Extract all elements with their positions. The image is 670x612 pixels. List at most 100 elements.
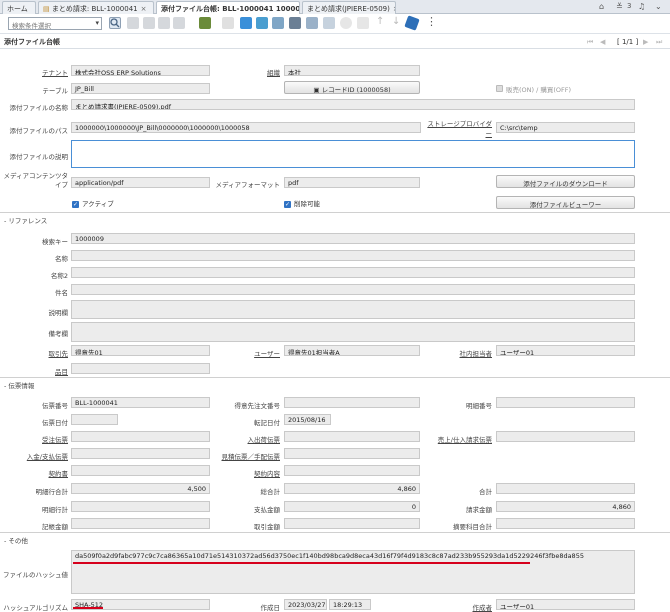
sales-rep-field: ユーザー01 <box>496 345 635 356</box>
product-info-icon[interactable] <box>357 17 369 29</box>
subject-label: 件名 <box>55 289 68 297</box>
close-icon[interactable]: × <box>141 5 147 13</box>
media-content-type-field: application/pdf <box>71 177 210 188</box>
double-chevron-down-icon[interactable]: ≚ <box>616 2 623 11</box>
subject-total-field <box>496 518 635 529</box>
user-field: 得意先01担当者A <box>284 345 420 356</box>
deletable-checkbox-label: 削除可能 <box>294 200 320 208</box>
record-id-button-label: レコードID (1000058) <box>321 86 391 94</box>
document-icon: ▤ <box>43 5 50 13</box>
name-field <box>71 250 635 261</box>
print-icon[interactable] <box>323 17 335 29</box>
remarks-label: 備考欄 <box>48 330 69 338</box>
lock-icon[interactable] <box>222 17 234 29</box>
delete-icon[interactable] <box>173 17 185 29</box>
acct-date-field: 2015/08/16 <box>284 414 331 425</box>
download-button[interactable]: 添付ファイルのダウンロード <box>496 175 635 188</box>
tab-home-label: ホーム <box>7 5 28 13</box>
contract-content-label[interactable]: 契約内容 <box>215 468 280 478</box>
tenant-label[interactable]: テナント <box>20 67 68 77</box>
line-total-label: 明細行合計 <box>35 488 69 496</box>
filepath-label: 添付ファイルのパス <box>9 127 69 135</box>
search-key-label: 検索キー <box>42 238 68 246</box>
chevron-down-icon[interactable]: ⌄ <box>655 2 662 11</box>
new-record-icon[interactable] <box>127 17 139 29</box>
counter-badge: 3 <box>627 2 632 10</box>
archive-icon[interactable] <box>199 17 211 29</box>
arrow-up-icon[interactable]: ↑ <box>376 16 384 27</box>
created-date-field: 2023/03/27 <box>284 599 327 610</box>
payment-label[interactable]: 入金/支払伝票 <box>2 451 68 461</box>
grand-total-label: 総合計 <box>260 488 281 496</box>
estimate-label[interactable]: 見積伝票／手配伝票 <box>215 451 281 461</box>
invoice-label[interactable]: 売上/仕入請求伝票 <box>426 434 492 444</box>
next-record-icon[interactable]: ▶ <box>643 38 648 46</box>
refresh-icon[interactable] <box>240 17 252 29</box>
copy-record-icon[interactable] <box>143 17 155 29</box>
page-title: 添付ファイル台帳 <box>4 38 60 46</box>
product-label[interactable]: 品目 <box>2 366 68 376</box>
description-field[interactable] <box>71 140 635 168</box>
sales-rep-label[interactable]: 社内担当者 <box>426 348 493 358</box>
org-label[interactable]: 組織 <box>240 67 280 77</box>
chat-icon[interactable] <box>272 17 284 29</box>
table-label: テーブル <box>42 87 68 95</box>
reference-section-header[interactable]: - リファレンス <box>0 212 670 227</box>
pay-amount-label: 支払金額 <box>254 506 280 514</box>
recorded-amount-field <box>71 518 210 529</box>
record-navigation: [ 1/1 ] <box>617 38 639 46</box>
table-field: JP_Bill <box>71 83 210 94</box>
user-label[interactable]: ユーザー <box>215 348 280 358</box>
help-icon[interactable] <box>340 17 352 29</box>
close-icon[interactable]: × <box>393 5 395 13</box>
line-count-label: 明細行計 <box>42 506 68 514</box>
recorded-amount-label: 記帳金額 <box>42 523 68 531</box>
search-condition-select[interactable]: 検索条件選択 ▾ <box>8 17 102 30</box>
tab-home[interactable]: ホーム <box>2 1 36 14</box>
tab-invoice-pdf[interactable]: まとめ請求(JPIERE-0509)× <box>302 1 396 14</box>
pay-amount-field: 0 <box>284 501 420 512</box>
bell-icon[interactable]: ♫ <box>638 2 645 11</box>
save-icon[interactable] <box>158 17 170 29</box>
attachment-icon[interactable] <box>256 17 268 29</box>
record-id-button[interactable]: ▣ レコードID (1000058) <box>284 81 420 94</box>
bill-amount-label: 請求金額 <box>466 506 492 514</box>
media-format-field: pdf <box>284 177 420 188</box>
viewer-button[interactable]: 添付ファイルビューワー <box>496 196 635 209</box>
filename-field: まとめ請求書(JPIERE-0509).pdf <box>71 99 635 110</box>
chevron-down-icon: ▾ <box>95 19 99 27</box>
last-record-icon[interactable]: ⏭ <box>656 38 662 47</box>
description-label: 添付ファイルの説明 <box>9 153 69 161</box>
tab-invoice[interactable]: ▤ まとめ請求: BLL-1000041 × <box>38 1 154 14</box>
report-icon[interactable] <box>289 17 301 29</box>
business-partner-field: 得意先01 <box>71 345 210 356</box>
created-by-label[interactable]: 作成者 <box>426 602 493 612</box>
order-label[interactable]: 受注伝票 <box>2 434 68 444</box>
storage-label[interactable]: ストレージプロバイダー <box>426 118 492 138</box>
inout-field <box>284 431 420 442</box>
contract-label[interactable]: 契約書 <box>2 468 69 478</box>
sales-checkbox-label: 販売(ON) / 購買(OFF) <box>506 86 572 94</box>
line-count-field <box>71 501 210 512</box>
inout-label[interactable]: 入出荷伝票 <box>215 434 281 444</box>
slip-section-header[interactable]: - 伝票情報 <box>0 377 670 392</box>
total-label: 合計 <box>479 488 492 496</box>
payment-field <box>71 448 210 459</box>
sales-checkbox[interactable]: 販売(ON) / 購買(OFF) <box>496 84 571 94</box>
arrow-down-icon[interactable]: ↓ <box>392 16 400 27</box>
tab-attachment[interactable]: 添付ファイル台帳: BLL-1000041 1000009× <box>156 1 300 15</box>
zoom-icon[interactable] <box>306 17 318 29</box>
business-partner-label[interactable]: 取引先 <box>2 348 69 358</box>
filepath-field: 1000000\1000000\JP_Bill\0000000\1000000\… <box>71 122 421 133</box>
deletable-checkbox[interactable]: ✓ 削除可能 <box>284 198 320 208</box>
first-record-icon[interactable]: ⏮ <box>587 38 593 47</box>
home-icon[interactable]: ⌂ <box>599 2 604 11</box>
prev-record-icon[interactable]: ◀ <box>600 38 605 46</box>
name-label: 名称 <box>55 255 68 263</box>
other-section-header[interactable]: - その他 <box>0 532 670 547</box>
more-vertical-icon[interactable]: ⋮ <box>426 15 437 28</box>
grand-total-field: 4,860 <box>284 483 420 494</box>
active-checkbox[interactable]: ✓ アクティブ <box>72 198 114 208</box>
contract-field <box>71 465 210 476</box>
search-icon[interactable] <box>109 17 121 29</box>
